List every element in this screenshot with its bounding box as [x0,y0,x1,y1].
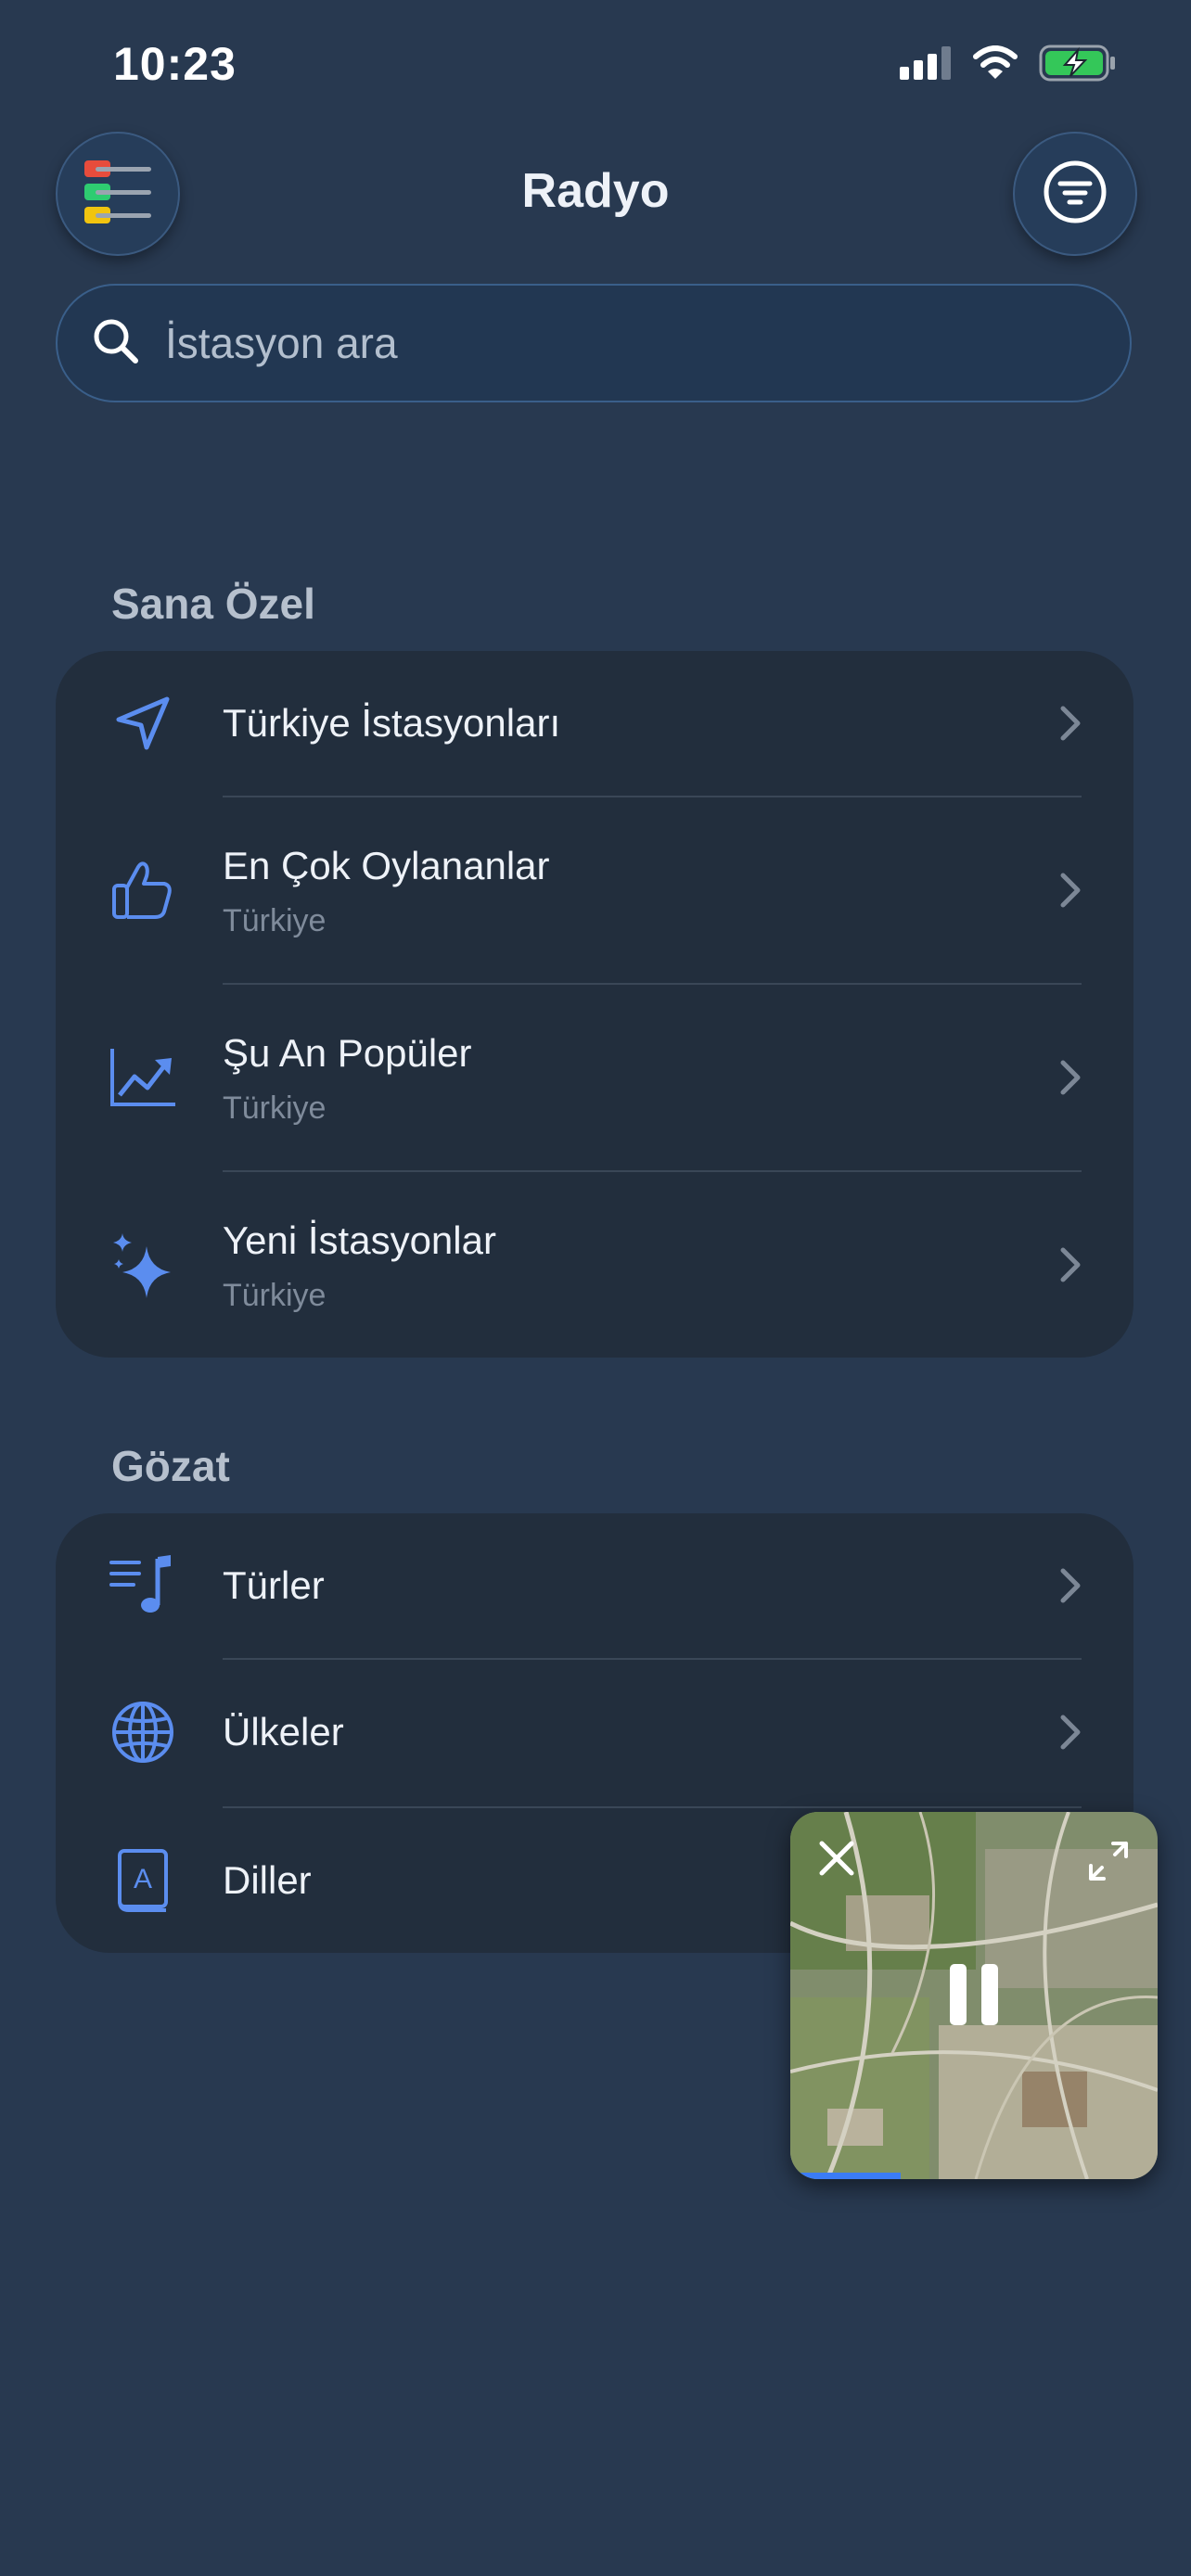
music-list-icon [108,1550,178,1621]
playback-progress [790,2173,901,2179]
status-bar: 10:23 [0,0,1191,130]
cellular-signal-icon [900,46,952,84]
filter-button[interactable] [1013,132,1137,256]
thumbs-up-icon [108,855,178,925]
location-arrow-icon [108,688,178,759]
sparkles-icon [108,1230,178,1300]
search-input[interactable]: İstasyon ara [56,284,1132,402]
filter-icon [1042,159,1108,230]
search-placeholder: İstasyon ara [165,319,398,367]
chevron-right-icon [1060,1715,1081,1750]
item-title: En Çok Oylananlar [223,844,550,887]
globe-icon [108,1697,178,1767]
item-title: Şu An Popüler [223,1031,472,1075]
chevron-right-icon [1060,1568,1081,1603]
section-title-browse: Gözat [111,1442,230,1490]
chevron-right-icon [1060,873,1081,908]
chevron-right-icon [1060,1247,1081,1282]
close-icon[interactable] [818,1840,855,1881]
battery-charging-icon [1039,45,1117,86]
dictionary-icon: A [108,1845,178,1916]
item-title: Türkiye İstasyonları [223,701,561,745]
list-item-most-voted[interactable]: En Çok Oylananlar Türkiye [56,797,1133,983]
status-time: 10:23 [113,38,237,90]
list-item-countries[interactable]: Ülkeler [56,1660,1133,1806]
item-subtitle: Türkiye [223,903,327,938]
item-title: Türler [223,1563,325,1607]
list-item-new-stations[interactable]: Yeni İstasyonlar Türkiye [56,1172,1133,1358]
svg-text:A: A [134,1864,152,1894]
item-subtitle: Türkiye [223,1090,327,1126]
item-title: Ülkeler [223,1710,344,1753]
expand-icon[interactable] [1087,1840,1130,1887]
search-icon [91,316,141,371]
item-title: Yeni İstasyonlar [223,1218,496,1262]
list-item-trending[interactable]: Şu An Popüler Türkiye [56,985,1133,1170]
trending-chart-icon [108,1042,178,1113]
list-item-turkey-stations[interactable]: Türkiye İstasyonları [56,651,1133,796]
wifi-icon [972,45,1018,85]
item-title: Diller [223,1858,312,1902]
section-title-personal: Sana Özel [111,580,315,628]
mini-player[interactable] [790,1812,1158,2179]
chevron-right-icon [1060,1060,1081,1095]
status-icons [900,45,1117,86]
item-subtitle: Türkiye [223,1278,327,1313]
chevron-right-icon [1060,706,1081,741]
pause-icon[interactable] [946,1962,1002,2032]
list-item-genres[interactable]: Türler [56,1513,1133,1658]
personal-card: Türkiye İstasyonları En Çok Oylananlar T… [56,651,1133,1358]
